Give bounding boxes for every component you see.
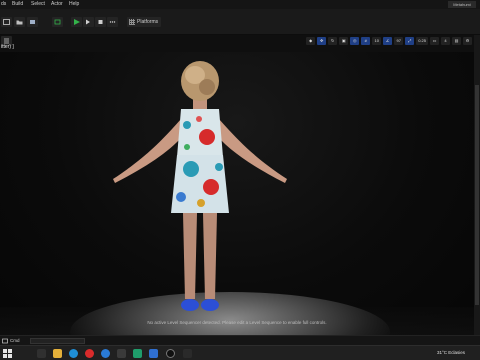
menu-item-actor[interactable]: Actor bbox=[51, 1, 63, 7]
stop-button[interactable] bbox=[95, 17, 106, 27]
rotate-icon[interactable]: ↻ bbox=[328, 37, 338, 45]
play-icon bbox=[74, 18, 80, 25]
cmd-label[interactable]: Cmd bbox=[10, 338, 20, 343]
level-viewport[interactable]: No active Level Sequencer detected. Plea… bbox=[0, 52, 474, 335]
viewport-tools: ◆ ✥ ↻ ▣ ◎ # 10 ∠ 97 ⤢ 0.25 ▭ 4 ▤ ⚙ bbox=[306, 37, 472, 46]
platforms-label: Platforms bbox=[137, 19, 159, 25]
cube-icon bbox=[30, 20, 35, 24]
weather-widget[interactable]: 31°C Eclasies bbox=[437, 350, 465, 355]
select-mode-icon[interactable]: ◆ bbox=[306, 37, 316, 45]
layout-icon[interactable]: ▤ bbox=[452, 37, 461, 45]
scale-snap-value[interactable]: 0.25 bbox=[416, 37, 428, 45]
content-browser-button[interactable] bbox=[14, 17, 25, 27]
launch-options-button[interactable] bbox=[107, 17, 118, 27]
rotation-snap-icon[interactable]: ∠ bbox=[383, 37, 393, 45]
scale-snap-icon[interactable]: ⤢ bbox=[405, 37, 415, 45]
translate-icon[interactable]: ✥ bbox=[317, 37, 327, 45]
main-toolbar: Platforms bbox=[0, 9, 480, 35]
menu-bar: ds Build Select Actor Help Metahumi bbox=[0, 0, 480, 9]
camera-speed-icon[interactable]: ▭ bbox=[430, 37, 439, 45]
save-icon bbox=[3, 19, 10, 25]
console-input[interactable] bbox=[30, 338, 85, 344]
os-taskbar: 31°C Eclasies bbox=[0, 345, 480, 360]
mode-icon bbox=[54, 19, 61, 25]
grid-snap-icon[interactable]: # bbox=[361, 37, 371, 45]
menu-item-help[interactable]: Help bbox=[69, 1, 79, 7]
content-drawer-icon[interactable] bbox=[2, 338, 8, 344]
edge-icon[interactable] bbox=[69, 349, 78, 358]
platforms-icon bbox=[129, 19, 135, 25]
bottom-panel: Cmd bbox=[0, 335, 480, 345]
app-icon-2[interactable] bbox=[133, 349, 142, 358]
scale-icon[interactable]: ▣ bbox=[339, 37, 349, 45]
step-icon bbox=[86, 19, 90, 25]
sequencer-status-message: No active Level Sequencer detected. Plea… bbox=[147, 320, 327, 325]
character-model bbox=[113, 61, 287, 311]
menu-item-build[interactable]: Build bbox=[12, 1, 23, 7]
file-explorer-icon[interactable] bbox=[53, 349, 62, 358]
app-icon-3[interactable] bbox=[149, 349, 158, 358]
folder-icon bbox=[16, 20, 23, 25]
task-view-icon[interactable] bbox=[37, 349, 46, 358]
menu-item-tools[interactable]: ds bbox=[1, 1, 6, 7]
mode-button[interactable] bbox=[52, 17, 63, 27]
more-icon bbox=[109, 21, 116, 23]
app-icon-1[interactable] bbox=[117, 349, 126, 358]
step-button[interactable] bbox=[83, 17, 94, 27]
opera-icon[interactable] bbox=[85, 349, 94, 358]
scrollbar-thumb[interactable] bbox=[475, 85, 479, 305]
camera-speed-value[interactable]: 4 bbox=[441, 37, 450, 45]
menu-item-select[interactable]: Select bbox=[31, 1, 45, 7]
play-button[interactable] bbox=[71, 17, 82, 27]
stop-icon bbox=[98, 20, 103, 24]
app-icon-4[interactable] bbox=[183, 349, 192, 358]
windows-start-icon[interactable] bbox=[3, 349, 12, 358]
settings-icon[interactable]: ⚙ bbox=[463, 37, 472, 45]
rotation-snap-value[interactable]: 97 bbox=[394, 37, 404, 45]
platforms-dropdown[interactable]: Platforms bbox=[127, 17, 161, 27]
right-panel-scrollbar[interactable] bbox=[474, 35, 480, 335]
chrome-icon[interactable] bbox=[101, 349, 110, 358]
world-icon[interactable]: ◎ bbox=[350, 37, 360, 45]
unreal-engine-icon[interactable] bbox=[166, 349, 175, 358]
blueprint-button[interactable] bbox=[27, 17, 38, 27]
grid-snap-value[interactable]: 10 bbox=[372, 37, 382, 45]
viewport-level-label: itter) ] bbox=[1, 44, 14, 50]
save-button[interactable] bbox=[1, 17, 12, 27]
app-title-tab[interactable]: Metahumi bbox=[448, 1, 476, 8]
